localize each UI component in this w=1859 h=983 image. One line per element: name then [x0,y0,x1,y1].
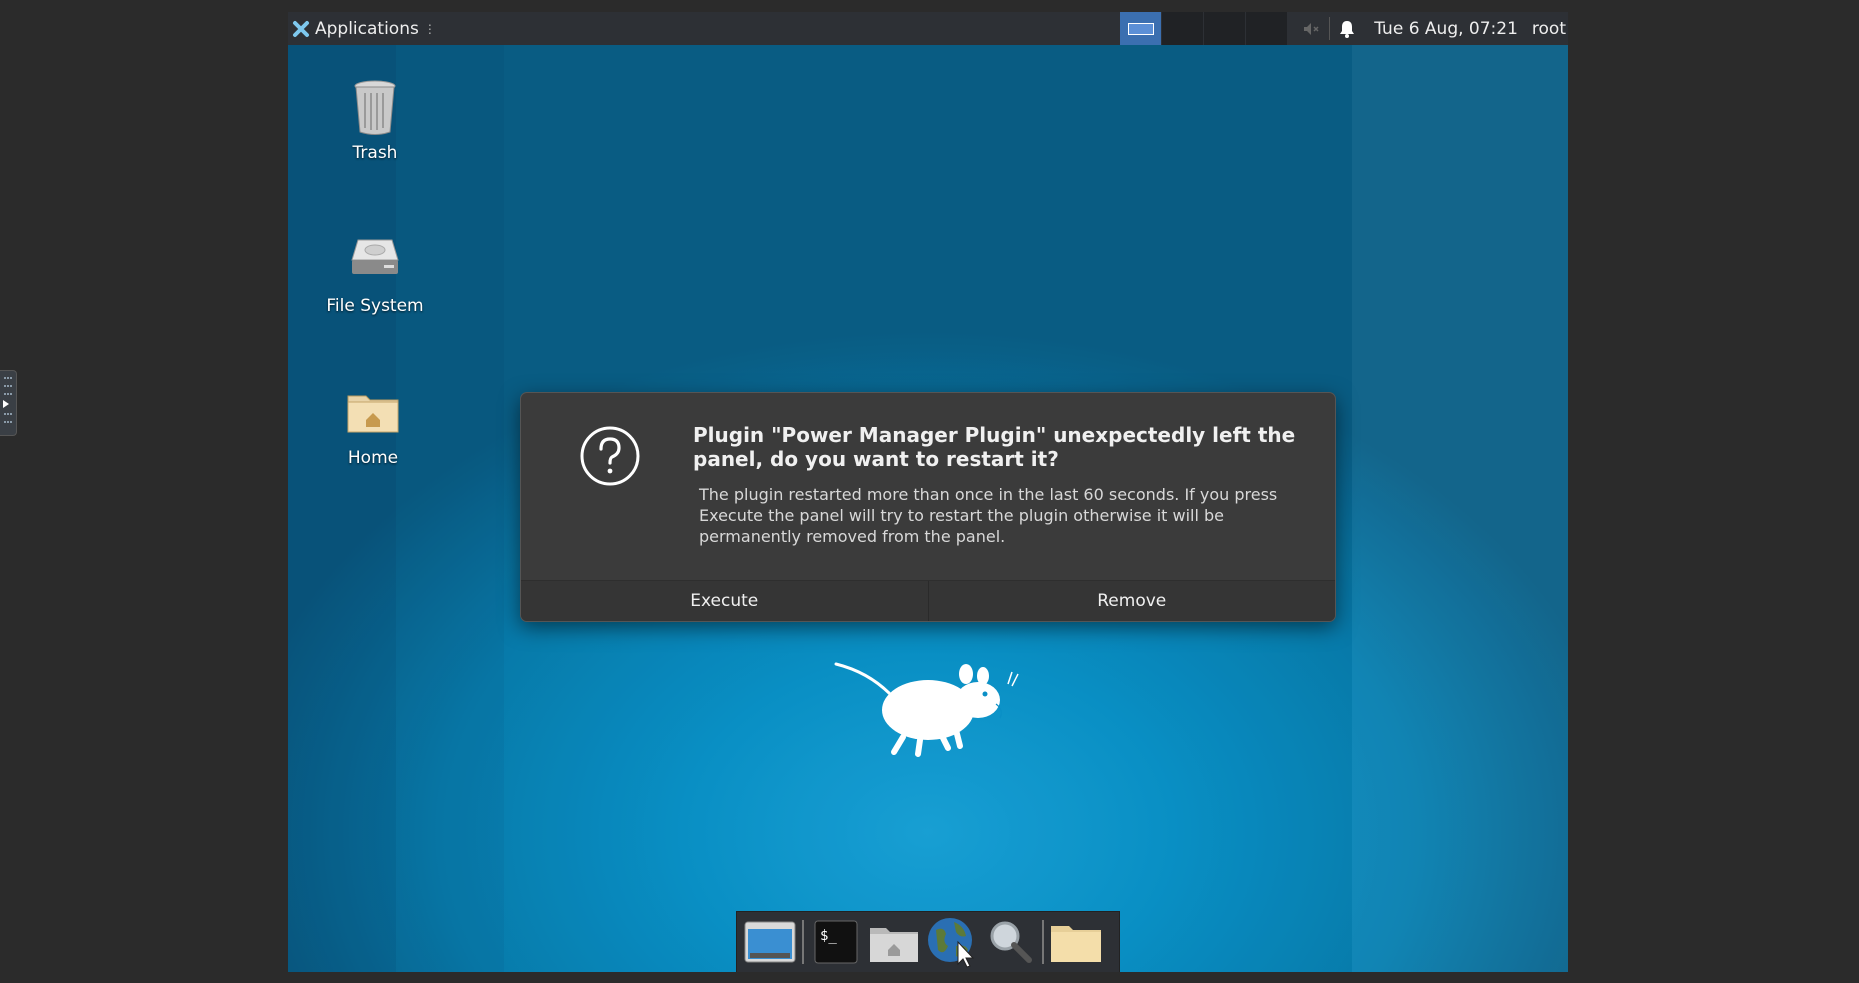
workspace-2[interactable] [1161,12,1204,45]
grip-dots [4,377,12,380]
menu-handle-icon: ⋮ [423,21,436,36]
file-manager-launcher[interactable] [865,913,923,971]
applications-label: Applications [315,18,419,39]
file-system-label: File System [326,296,424,316]
grip-dots [4,413,12,416]
web-browser-launcher[interactable] [923,913,981,971]
dialog-button-row: Execute Remove [521,580,1335,621]
dock-separator [802,920,804,964]
folder-icon [1051,926,1101,962]
home-folder-icon [870,928,918,962]
grip-dots [4,421,12,424]
desktop-icon-home[interactable]: Home [313,382,433,468]
execute-button[interactable]: Execute [521,581,928,621]
svg-text:$_: $_ [820,928,837,944]
top-panel: Applications ⋮ Tue 6 Aug, 07:21 root [288,12,1568,45]
desktop-icon-trash[interactable]: Trash [315,77,435,163]
magnifier-icon [990,921,1032,963]
terminal-icon: $_ [814,920,858,964]
clock[interactable]: Tue 6 Aug, 07:21 [1364,19,1528,39]
xfce-mouse-logo [834,662,1019,757]
home-label: Home [347,448,399,468]
app-finder-launcher[interactable] [981,913,1039,971]
trash-label: Trash [352,143,398,163]
show-desktop-launcher[interactable] [741,913,799,971]
dock-separator [1042,920,1044,964]
grip-dots [4,385,12,388]
xfce-logo-icon [293,20,309,37]
workspace-3[interactable] [1203,12,1246,45]
side-panel-handle[interactable] [0,370,17,436]
question-icon [580,426,640,486]
globe-icon [928,918,975,968]
bottom-dock: $_ [736,911,1120,972]
terminal-launcher[interactable]: $_ [807,913,865,971]
expand-arrow-icon [3,400,9,408]
window-thumbnail [1128,23,1155,35]
notification-bell-icon[interactable] [1330,12,1364,45]
workspace-4[interactable] [1245,12,1288,45]
desktop-icon-file-system[interactable]: File System [315,230,435,316]
user-menu[interactable]: root [1528,19,1568,39]
volume-muted-icon[interactable] [1295,12,1329,45]
dialog-title: Plugin "Power Manager Plugin" unexpected… [693,423,1296,471]
dialog-message: The plugin restarted more than once in t… [699,485,1278,546]
wallpaper-band [1352,12,1568,972]
desktop: Applications ⋮ Tue 6 Aug, 07:21 root Tra… [288,12,1568,972]
hard-drive-icon [351,239,399,274]
home-folder-icon [347,395,399,433]
grip-dots [4,393,12,396]
plugin-restart-dialog: Plugin "Power Manager Plugin" unexpected… [520,392,1336,622]
show-desktop-icon [744,921,796,963]
remove-button[interactable]: Remove [927,581,1335,621]
folder-launcher[interactable] [1047,913,1105,971]
workspace-1[interactable] [1119,12,1162,45]
applications-menu-button[interactable]: Applications ⋮ [288,12,441,45]
workspace-switcher [1119,12,1288,45]
trash-icon [354,80,396,135]
